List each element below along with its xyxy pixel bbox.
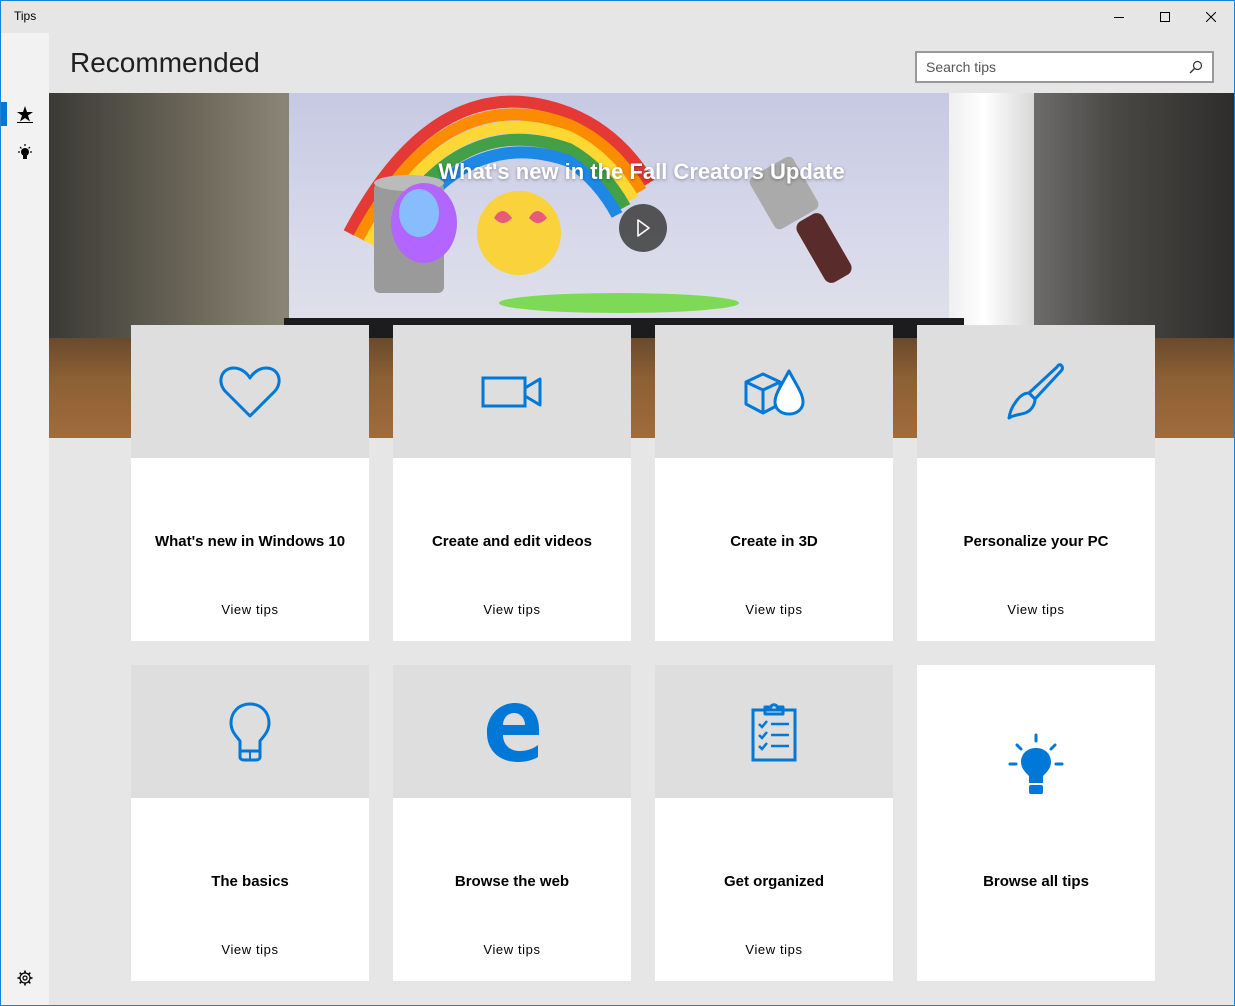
lightbulb-icon — [229, 702, 271, 761]
window-controls — [1096, 1, 1234, 33]
main-content: Recommended Search tips What's new in th… — [49, 33, 1234, 1005]
search-input[interactable] — [917, 53, 1180, 81]
maximize-icon — [1160, 12, 1170, 22]
heart-icon — [219, 366, 281, 417]
tile-browse-all-tips[interactable]: Browse all tips — [917, 665, 1155, 981]
gear-icon — [17, 970, 33, 986]
minimize-icon — [1114, 17, 1124, 18]
close-icon — [1206, 12, 1216, 22]
nav-rail — [1, 33, 49, 1005]
tile-icon-area — [131, 325, 369, 458]
hero-image — [289, 93, 949, 323]
view-tips-link[interactable]: View tips — [131, 602, 369, 617]
view-tips-link[interactable]: View tips — [655, 602, 893, 617]
play-icon — [637, 219, 650, 237]
view-tips-link[interactable]: View tips — [393, 942, 631, 957]
lightbulb-icon — [18, 144, 32, 159]
tile-title: Get organized — [723, 873, 824, 890]
tile-icon-area — [655, 665, 893, 798]
maximize-button[interactable] — [1142, 1, 1188, 33]
play-button[interactable] — [619, 204, 667, 252]
nav-settings[interactable] — [1, 958, 49, 998]
minimize-button[interactable] — [1096, 1, 1142, 33]
window-title: Tips — [14, 9, 37, 23]
close-button[interactable] — [1188, 1, 1234, 33]
tile-icon-area — [917, 705, 1155, 825]
view-tips-link[interactable]: View tips — [131, 942, 369, 957]
paintbrush-icon — [1007, 362, 1064, 419]
tile-title: Browse the web — [454, 873, 570, 890]
tile-title: Browse all tips — [983, 873, 1089, 890]
tile-personalize-pc[interactable]: Personalize your PC View tips — [917, 325, 1155, 641]
hero-artwork — [343, 95, 852, 313]
tile-title: What's new in Windows 10 — [154, 533, 346, 550]
video-camera-icon — [481, 376, 542, 407]
tile-icon-area — [655, 325, 893, 458]
view-tips-link[interactable]: View tips — [393, 602, 631, 617]
star-icon — [17, 106, 33, 123]
search-button[interactable] — [1180, 53, 1212, 81]
search-icon — [1189, 60, 1203, 74]
3d-shapes-icon — [744, 369, 805, 415]
page-title: Recommended — [70, 47, 260, 78]
tile-whats-new[interactable]: What's new in Windows 10 View tips — [131, 325, 369, 641]
tile-the-basics[interactable]: The basics View tips — [131, 665, 369, 981]
edge-icon — [487, 702, 539, 762]
hero-bg-panel — [934, 93, 1034, 328]
tile-get-organized[interactable]: Get organized View tips — [655, 665, 893, 981]
tile-icon-area — [393, 665, 631, 798]
tile-title: Create and edit videos — [431, 533, 593, 550]
view-tips-link[interactable]: View tips — [655, 942, 893, 957]
tile-title: The basics — [211, 873, 289, 890]
search-box[interactable] — [915, 51, 1214, 83]
tile-icon-area — [917, 325, 1155, 458]
tile-title: Create in 3D — [730, 533, 818, 550]
tile-create-in-3d[interactable]: Create in 3D View tips — [655, 325, 893, 641]
title-bar: Tips — [1, 1, 1234, 33]
nav-recommended[interactable] — [1, 94, 49, 134]
tile-icon-area — [393, 325, 631, 458]
clipboard-icon — [751, 702, 797, 761]
tile-title: Personalize your PC — [963, 533, 1109, 550]
tile-icon-area — [131, 665, 369, 798]
glowing-lightbulb-icon — [1008, 733, 1064, 794]
tile-browse-web[interactable]: Browse the web View tips — [393, 665, 631, 981]
view-tips-link[interactable]: View tips — [917, 602, 1155, 617]
hero-title: What's new in the Fall Creators Update — [438, 159, 845, 184]
nav-browse-tips[interactable] — [1, 133, 49, 173]
tile-create-edit-videos[interactable]: Create and edit videos View tips — [393, 325, 631, 641]
